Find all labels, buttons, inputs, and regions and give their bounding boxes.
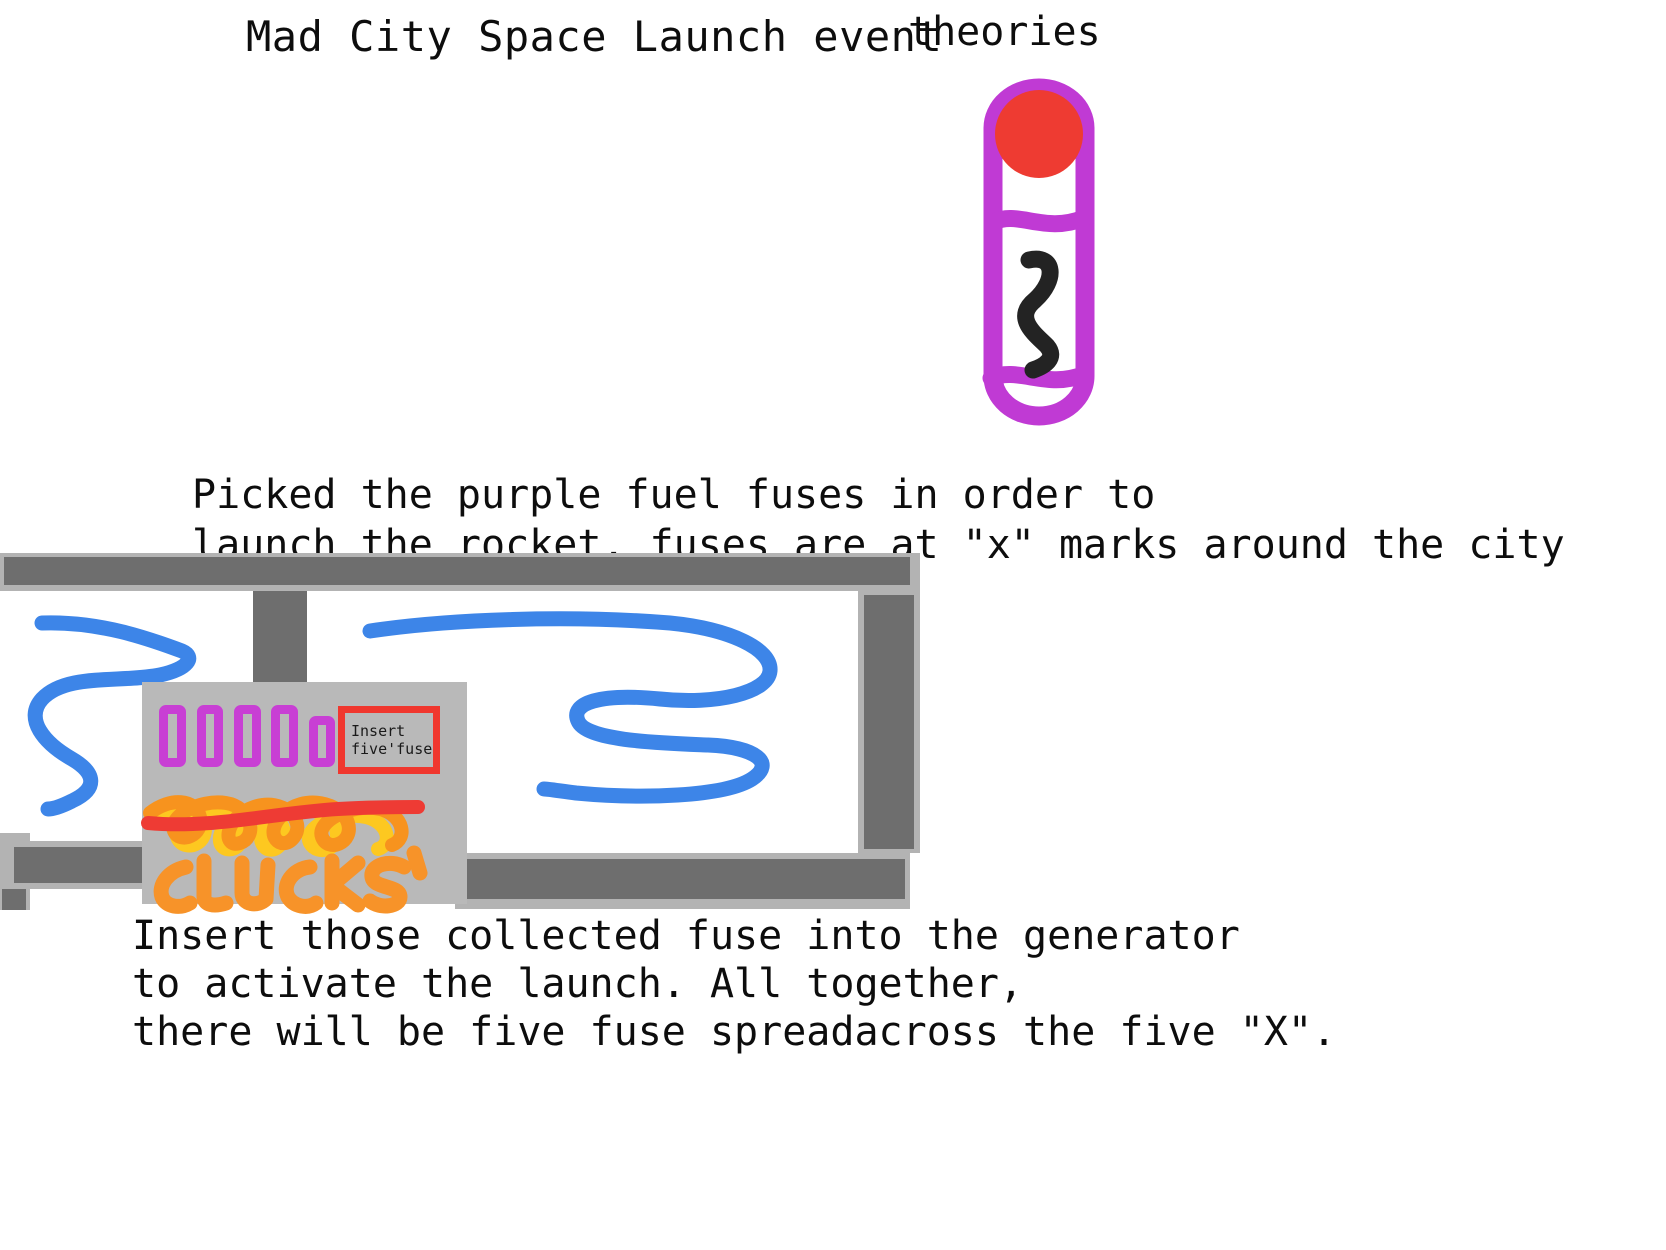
instruction-line: to activate the launch. All together, xyxy=(132,961,1024,1007)
column-right-inner xyxy=(864,595,914,849)
fuse-icon xyxy=(982,78,1095,426)
instruction-line: Picked the purple fuel fuses in order to xyxy=(192,472,1156,518)
fuse-band-upper xyxy=(985,209,1093,233)
fuse-slot-3[interactable] xyxy=(234,705,261,767)
graffiti-clucks xyxy=(153,845,428,914)
fuse-slot-2[interactable] xyxy=(197,705,223,767)
beam-bottom-right-inner xyxy=(465,859,905,899)
beam-bottom-left-inner xyxy=(14,847,144,883)
instruction-line: Insert those collected fuse into the gen… xyxy=(132,913,1240,959)
canvas-root: Mad City Space Launch event theories Pic… xyxy=(0,0,1666,1250)
column-center xyxy=(253,591,307,687)
instruction-line: there will be five fuse spreadacross the… xyxy=(132,1009,1337,1055)
generator-panel[interactable]: Insert five'fuse xyxy=(141,682,467,914)
fuse-tip xyxy=(995,90,1083,178)
instruction-block-bottom: Insert those collected fuse into the gen… xyxy=(132,912,1336,1056)
page-title: Mad City Space Launch event xyxy=(246,12,943,61)
fuse-slot-5[interactable] xyxy=(309,716,335,767)
insert-fuse-prompt[interactable]: Insert five'fuse xyxy=(338,706,440,774)
graffiti-layer xyxy=(141,795,428,914)
fuse-slot-4[interactable] xyxy=(271,705,298,767)
beam-top-inner xyxy=(4,557,910,585)
page-title-suffix: theories xyxy=(908,9,1101,55)
insert-fuse-label: Insert five'fuse xyxy=(351,722,433,758)
fuse-slot-1[interactable] xyxy=(159,705,186,767)
